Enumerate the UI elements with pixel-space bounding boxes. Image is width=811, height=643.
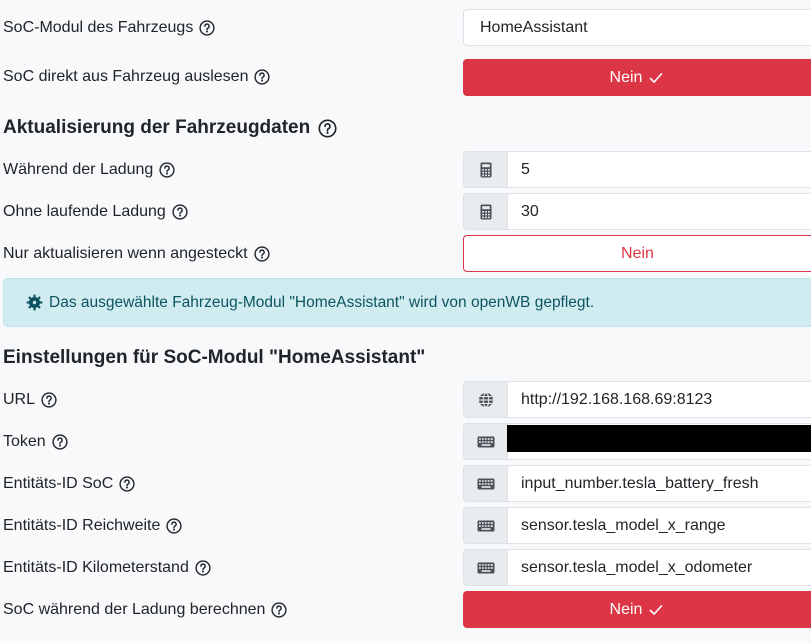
entity-soc-label: Entitäts-ID SoC bbox=[3, 474, 135, 494]
url-input-group: http://192.168.168.69:8123 bbox=[463, 381, 811, 418]
only-plugged-toggle-label: Nein bbox=[621, 244, 654, 262]
keyboard-icon bbox=[463, 549, 508, 586]
check-icon bbox=[650, 72, 663, 83]
globe-icon bbox=[463, 381, 508, 418]
while-charging-input[interactable]: 5 bbox=[508, 151, 811, 188]
soc-direct-toggle-label: Nein bbox=[609, 68, 643, 86]
keyboard-icon bbox=[463, 423, 508, 460]
check-icon bbox=[650, 604, 663, 615]
question-circle-icon[interactable] bbox=[195, 560, 211, 576]
entity-soc-input[interactable]: input_number.tesla_battery_fresh bbox=[508, 465, 811, 502]
token-redaction bbox=[507, 425, 811, 452]
soc-module-label: SoC-Modul des Fahrzeugs bbox=[3, 18, 215, 38]
token-label: Token bbox=[3, 432, 68, 452]
url-label: URL bbox=[3, 390, 57, 410]
question-circle-icon[interactable] bbox=[271, 602, 287, 618]
calc-soc-toggle-label: Nein bbox=[609, 600, 643, 618]
without-charging-label: Ohne laufende Ladung bbox=[3, 202, 188, 222]
module-info-text: Das ausgewählte Fahrzeug-Modul "HomeAssi… bbox=[49, 293, 595, 311]
module-info-alert: Das ausgewählte Fahrzeug-Modul "HomeAssi… bbox=[3, 278, 811, 327]
question-circle-icon[interactable] bbox=[254, 246, 270, 262]
without-charging-input[interactable]: 30 bbox=[508, 193, 811, 230]
entity-range-input-group: sensor.tesla_model_x_range bbox=[463, 507, 811, 544]
only-plugged-label: Nur aktualisieren wenn angesteckt bbox=[3, 244, 270, 264]
soc-direct-label: SoC direkt aus Fahrzeug auslesen bbox=[3, 67, 270, 87]
soc-module-select[interactable]: HomeAssistant bbox=[463, 9, 811, 46]
question-circle-icon[interactable] bbox=[318, 119, 337, 138]
while-charging-label: Während der Ladung bbox=[3, 160, 175, 180]
question-circle-icon[interactable] bbox=[166, 518, 182, 534]
soc-direct-toggle-button[interactable]: Nein bbox=[463, 59, 811, 96]
question-circle-icon[interactable] bbox=[41, 392, 57, 408]
keyboard-icon bbox=[463, 507, 508, 544]
calc-soc-toggle-button[interactable]: Nein bbox=[463, 591, 811, 628]
gear-icon bbox=[26, 294, 43, 311]
without-charging-input-group: 30 bbox=[463, 193, 811, 230]
url-input[interactable]: http://192.168.168.69:8123 bbox=[508, 381, 811, 418]
question-circle-icon[interactable] bbox=[159, 162, 175, 178]
question-circle-icon[interactable] bbox=[52, 434, 68, 450]
soc-module-value: HomeAssistant bbox=[480, 18, 588, 36]
question-circle-icon[interactable] bbox=[172, 204, 188, 220]
keyboard-icon bbox=[463, 465, 508, 502]
calculator-icon bbox=[463, 151, 508, 188]
calculator-icon bbox=[463, 193, 508, 230]
question-circle-icon[interactable] bbox=[254, 69, 270, 85]
question-circle-icon[interactable] bbox=[199, 20, 215, 36]
only-plugged-toggle-button[interactable]: Nein bbox=[463, 235, 811, 272]
while-charging-input-group: 5 bbox=[463, 151, 811, 188]
calc-soc-label: SoC während der Ladung berechnen bbox=[3, 600, 287, 620]
entity-odometer-input-group: sensor.tesla_model_x_odometer bbox=[463, 549, 811, 586]
entity-odometer-input[interactable]: sensor.tesla_model_x_odometer bbox=[508, 549, 811, 586]
entity-soc-input-group: input_number.tesla_battery_fresh bbox=[463, 465, 811, 502]
entity-range-input[interactable]: sensor.tesla_model_x_range bbox=[508, 507, 811, 544]
module-settings-heading: Einstellungen für SoC-Modul "HomeAssista… bbox=[3, 347, 426, 368]
entity-range-label: Entitäts-ID Reichweite bbox=[3, 516, 182, 536]
entity-odometer-label: Entitäts-ID Kilometerstand bbox=[3, 558, 211, 578]
update-section-heading: Aktualisierung der Fahrzeugdaten bbox=[3, 117, 337, 139]
question-circle-icon[interactable] bbox=[119, 476, 135, 492]
